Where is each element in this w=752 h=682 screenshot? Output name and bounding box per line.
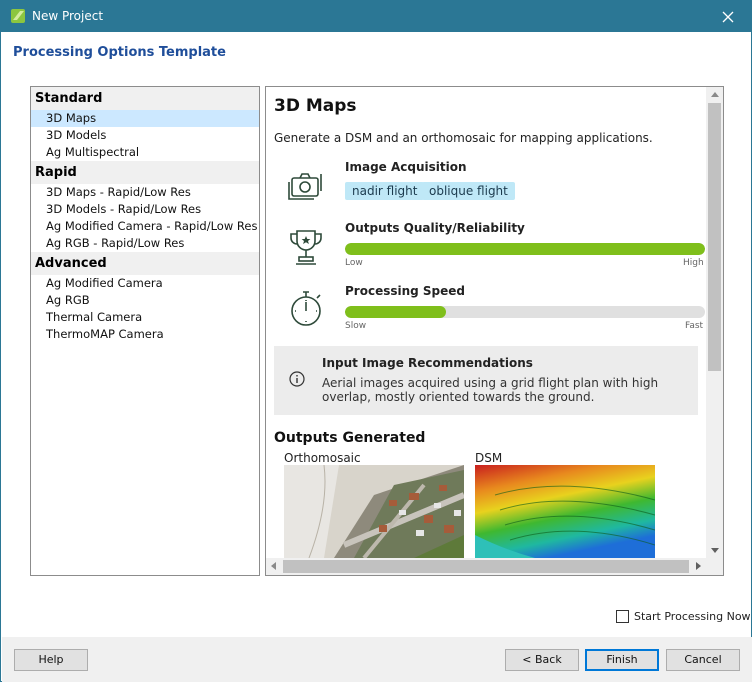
stopwatch-icon [291,291,321,326]
template-item-ag-multispectral[interactable]: Ag Multispectral [31,144,259,161]
title-bar[interactable]: New Project [1,1,751,32]
template-item-ag-modified-camera-rapid[interactable]: Ag Modified Camera - Rapid/Low Res [31,218,259,235]
back-button[interactable]: < Back [505,649,579,671]
quality-meter [345,243,705,255]
orthomosaic-thumbnail [284,465,464,558]
page-heading: Processing Options Template [13,45,226,60]
template-detail-panel: 3D Maps Generate a DSM and an orthomosai… [265,86,724,576]
template-item-thermal-camera[interactable]: Thermal Camera [31,309,259,326]
scroll-up-arrow-icon[interactable] [711,92,719,97]
group-rapid: Rapid [31,161,259,184]
quality-max-label: High [683,258,704,268]
template-list[interactable]: Standard 3D Maps 3D Models Ag Multispect… [30,86,260,576]
tag-nadir-flight: nadir flight [345,182,425,200]
trophy-icon [290,230,322,265]
detail-vertical-scrollbar[interactable] [706,87,723,558]
output-orthomosaic-label: Orthomosaic [284,451,361,465]
window-title: New Project [32,9,104,23]
quality-title: Outputs Quality/Reliability [345,221,525,235]
template-item-3d-models-rapid[interactable]: 3D Models - Rapid/Low Res [31,201,259,218]
template-item-ag-rgb[interactable]: Ag RGB [31,292,259,309]
recommendation-title: Input Image Recommendations [322,356,533,370]
output-dsm-label: DSM [475,451,503,465]
scroll-left-arrow-icon[interactable] [271,562,276,570]
speed-meter-fill [345,306,446,318]
recommendation-text: Aerial images acquired using a grid flig… [322,376,659,404]
detail-title: 3D Maps [274,96,357,116]
close-button[interactable] [705,1,751,32]
camera-stack-icon [288,173,322,200]
speed-meter [345,306,705,318]
detail-description: Generate a DSM and an orthomosaic for ma… [274,131,653,145]
start-processing-option[interactable]: Start Processing Now [616,608,751,624]
template-item-3d-models[interactable]: 3D Models [31,127,259,144]
group-advanced: Advanced [31,252,259,275]
detail-content: 3D Maps Generate a DSM and an orthomosai… [266,87,706,558]
scroll-down-arrow-icon[interactable] [711,548,719,553]
start-processing-label[interactable]: Start Processing Now [634,610,751,623]
info-icon [289,371,305,387]
dialog-footer: Help < Back Finish Cancel [2,637,752,682]
speed-max-label: Fast [685,321,704,331]
detail-horizontal-scrollbar[interactable] [266,558,706,575]
recommendation-box: Input Image Recommendations Aerial image… [274,346,698,415]
template-item-thermomap-camera[interactable]: ThermoMAP Camera [31,326,259,343]
app-icon [11,9,25,23]
image-acquisition-title: Image Acquisition [345,160,467,174]
template-item-ag-rgb-rapid[interactable]: Ag RGB - Rapid/Low Res [31,235,259,252]
finish-button[interactable]: Finish [585,649,659,671]
template-item-3d-maps[interactable]: 3D Maps [31,110,259,127]
template-item-3d-maps-rapid[interactable]: 3D Maps - Rapid/Low Res [31,184,259,201]
template-item-ag-modified-camera[interactable]: Ag Modified Camera [31,275,259,292]
speed-min-label: Slow [345,321,367,331]
quality-min-label: Low [345,258,363,268]
speed-title: Processing Speed [345,284,466,298]
horizontal-scroll-thumb[interactable] [283,560,689,573]
help-button[interactable]: Help [14,649,88,671]
cancel-button[interactable]: Cancel [666,649,740,671]
tag-oblique-flight: oblique flight [422,182,515,200]
scrollbar-corner [706,558,723,575]
new-project-window: New Project Processing Options Template … [0,0,752,682]
vertical-scroll-thumb[interactable] [708,103,721,371]
start-processing-checkbox[interactable] [616,609,629,623]
close-icon [722,11,734,22]
quality-meter-fill [345,243,705,255]
group-standard: Standard [31,87,259,110]
scroll-right-arrow-icon[interactable] [696,562,701,570]
dsm-thumbnail [475,465,655,558]
outputs-title: Outputs Generated [274,430,426,446]
